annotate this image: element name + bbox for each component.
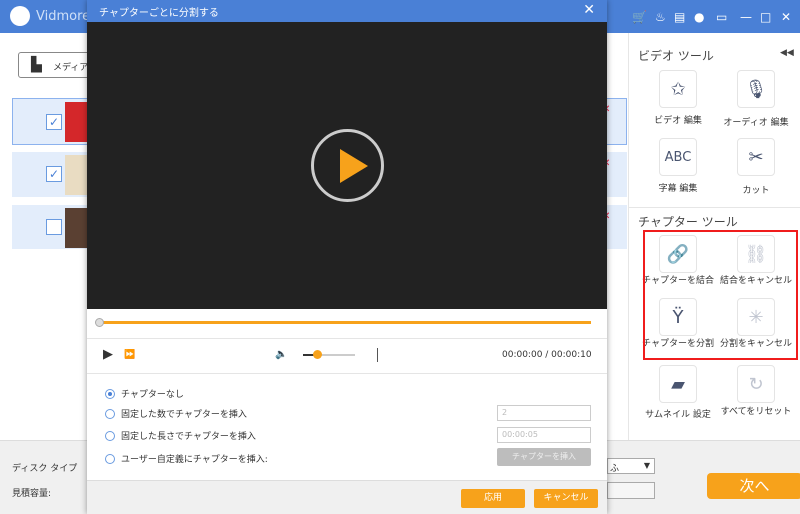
reset-all-label: すべてをリセット [720, 407, 792, 417]
close-icon[interactable]: ✕ [781, 10, 791, 24]
add-media-label: メディア [53, 63, 89, 73]
disc-type-label: ディスク タイプ [12, 464, 78, 474]
dialog-footer [87, 480, 607, 514]
cart-icon[interactable]: 🛒 [632, 10, 647, 24]
chevron-down-icon: ▼ [643, 461, 650, 470]
video-thumbnail [65, 155, 87, 195]
chapter-length-stepper[interactable]: 00:00:05 [497, 427, 591, 443]
progress-fill [99, 321, 591, 324]
chapter-tools-highlight [643, 230, 798, 360]
row-checkbox[interactable] [46, 219, 62, 235]
row-checkbox[interactable]: ✓ [46, 114, 62, 130]
chat-icon[interactable]: ● [694, 10, 704, 24]
separator [377, 348, 378, 362]
dialog-close-icon[interactable]: ✕ [583, 2, 595, 18]
cancel-button[interactable]: キャンセル [534, 489, 598, 508]
radio[interactable] [105, 388, 115, 399]
feedback-icon[interactable]: ▭ [716, 10, 727, 24]
thumbnail-setting-label: サムネイル 設定 [645, 410, 711, 420]
magic-wand-icon[interactable]: ✩ [659, 70, 697, 108]
microphone-icon[interactable]: 🎙 [737, 70, 775, 108]
option-fixed-length[interactable]: 固定した長さでチャプターを挿入 [105, 429, 256, 442]
option-label: 固定した長さでチャプターを挿入 [121, 432, 256, 442]
register-icon[interactable]: ▤ [674, 10, 685, 24]
play-icon[interactable]: ▶ [103, 347, 113, 362]
option-fixed-count[interactable]: 固定した数でチャプターを挿入 [105, 407, 247, 420]
audio-edit-label: オーディオ 編集 [723, 118, 789, 128]
option-custom[interactable]: ユーザー自定義にチャプターを挿入: [105, 452, 268, 465]
key-icon[interactable]: ♨ [655, 10, 666, 24]
minimize-icon[interactable]: — [740, 10, 752, 24]
video-preview[interactable] [87, 22, 607, 309]
scissors-icon[interactable]: ✂ [737, 138, 775, 176]
volume-handle[interactable] [313, 350, 322, 359]
abc-icon[interactable]: ABC [659, 138, 697, 176]
option-label: ユーザー自定義にチャプターを挿入: [121, 455, 268, 465]
big-play-button[interactable] [311, 129, 384, 202]
radio[interactable] [105, 453, 115, 464]
subtitle-edit-label: 字幕 編集 [658, 184, 698, 194]
video-thumbnail [65, 208, 87, 248]
progress-handle[interactable] [95, 318, 104, 327]
fast-forward-icon[interactable]: ⏩ [124, 350, 135, 360]
cut-label: カット [742, 186, 770, 196]
collapse-icon[interactable]: ◀◀ [780, 48, 794, 58]
chapter-count-stepper[interactable]: 2 [497, 405, 591, 421]
disc-type-select[interactable]: ふ ▼ [607, 458, 655, 474]
radio[interactable] [105, 408, 115, 419]
split-chapters-dialog: チャプターごとに分割する ✕ ▶ ⏩ 🔈 00:00:00 / 00:00:10… [87, 0, 607, 514]
estimated-size-label: 見積容量: [12, 489, 52, 499]
chapter-tools-title: チャプター ツール [638, 215, 738, 229]
option-label: チャプターなし [121, 390, 184, 400]
volume-icon[interactable]: 🔈 [275, 349, 287, 360]
insert-chapter-button[interactable]: チャプターを挿入 [497, 448, 591, 466]
video-edit-label: ビデオ 編集 [654, 116, 702, 126]
divider [629, 207, 800, 208]
size-bar [607, 482, 655, 499]
radio[interactable] [105, 430, 115, 441]
disc-type-value: ふ [610, 464, 620, 474]
play-icon [340, 149, 368, 183]
thumbnail-icon[interactable]: ▰ [659, 365, 697, 403]
video-tools-title: ビデオ ツール [638, 49, 714, 63]
time-display: 00:00:00 / 00:00:10 [502, 350, 592, 360]
video-thumbnail [65, 102, 87, 142]
row-checkbox[interactable]: ✓ [46, 166, 62, 182]
reset-icon[interactable]: ↻ [737, 365, 775, 403]
next-button[interactable]: 次へ [707, 473, 800, 499]
app-logo-icon [10, 6, 30, 26]
option-label: 固定した数でチャプターを挿入 [121, 410, 247, 420]
dialog-title: チャプターごとに分割する [87, 0, 607, 22]
option-no-chapter[interactable]: チャプターなし [105, 387, 184, 400]
apply-button[interactable]: 応用 [461, 489, 525, 508]
add-file-icon: ▙ [31, 57, 42, 73]
add-media-button[interactable]: ▙ メディア [18, 52, 98, 78]
maximize-icon[interactable]: □ [760, 10, 771, 24]
